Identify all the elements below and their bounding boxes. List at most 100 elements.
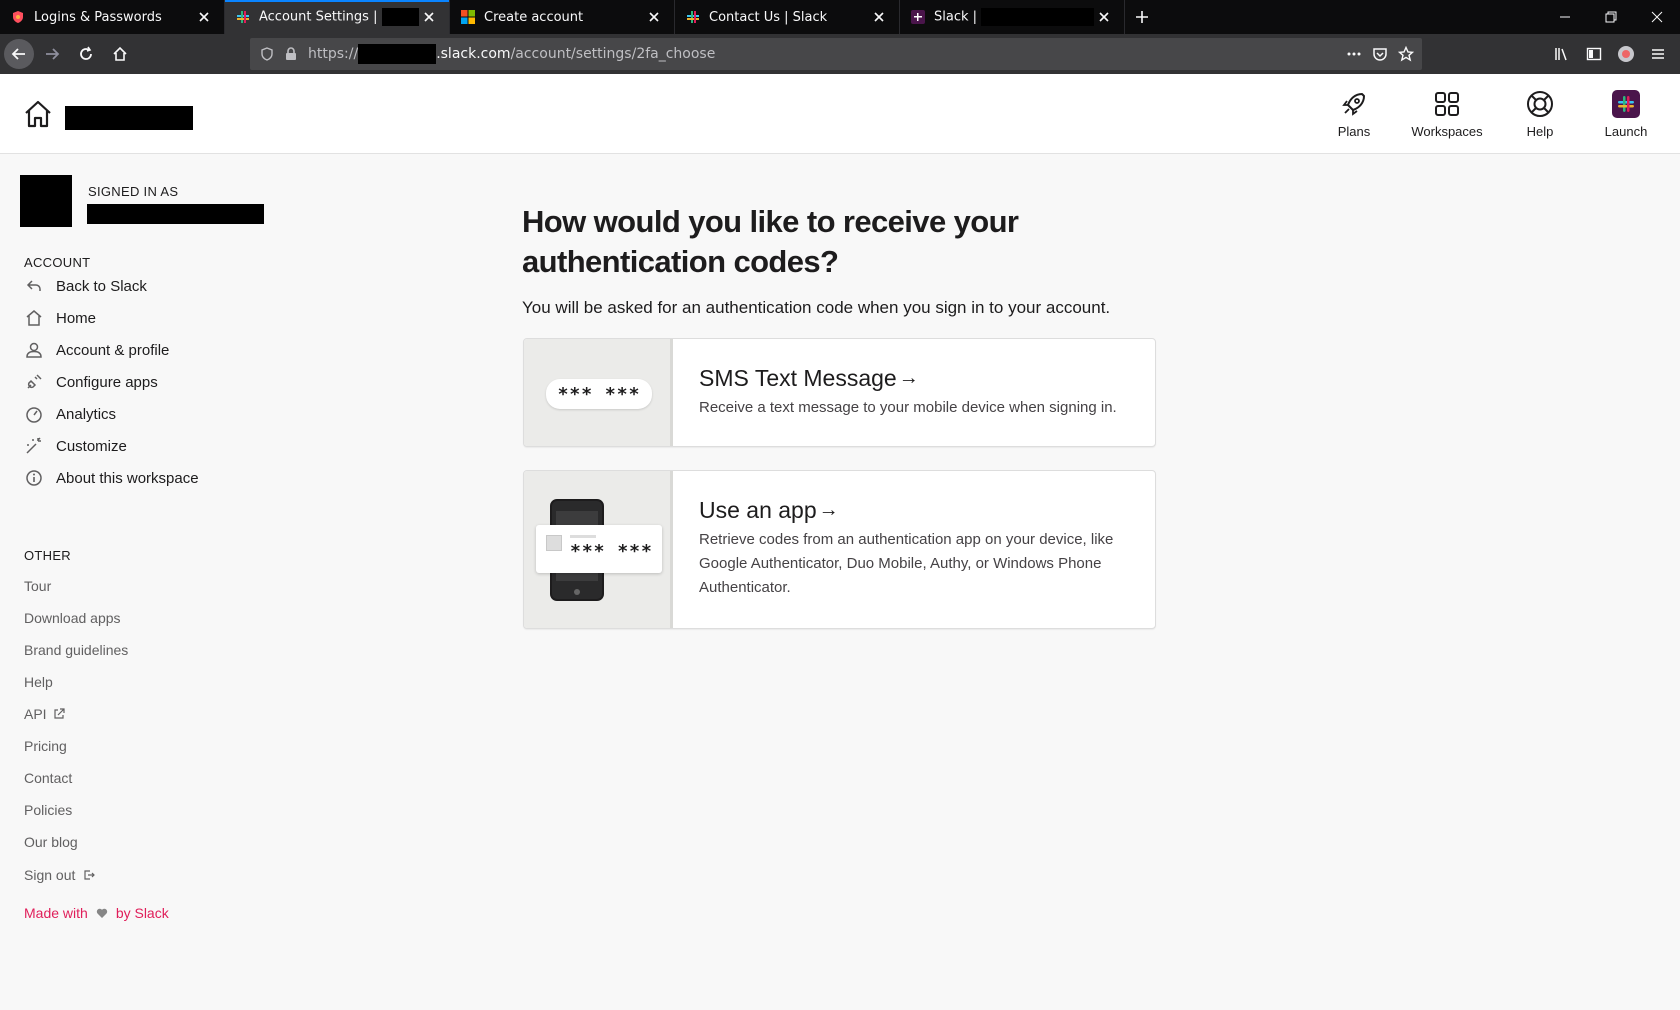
plans-label: Plans xyxy=(1337,124,1371,139)
sidebar-icon xyxy=(1586,47,1602,61)
slack-logo-icon xyxy=(1610,88,1642,120)
option-title-text: Use an app xyxy=(699,497,817,523)
sidebar-link-contact[interactable]: Contact xyxy=(24,770,72,786)
sidebar-item-label: Home xyxy=(56,309,97,327)
sidebar-item-configure-apps[interactable]: Configure apps xyxy=(24,370,158,394)
plans-link[interactable]: Plans xyxy=(1312,88,1396,139)
workspaces-label: Workspaces xyxy=(1411,124,1483,139)
page-actions-icon[interactable] xyxy=(1346,46,1362,62)
sidebar-link-download-apps[interactable]: Download apps xyxy=(24,610,121,626)
reload-button[interactable] xyxy=(70,38,102,70)
sms-code-mask: *** *** xyxy=(557,383,641,405)
home-icon xyxy=(113,46,127,61)
sidebar-link-label: API xyxy=(24,706,47,722)
lifebuoy-icon xyxy=(1524,88,1556,120)
help-link[interactable]: Help xyxy=(1498,88,1582,139)
library-button[interactable] xyxy=(1546,38,1578,70)
redacted-workspace-name xyxy=(65,106,193,130)
sidebar-link-brand-guidelines[interactable]: Brand guidelines xyxy=(24,642,128,658)
forward-button[interactable] xyxy=(36,38,68,70)
sidebar-item-label: Configure apps xyxy=(56,373,158,391)
sidebar-link-label: Sign out xyxy=(24,867,76,883)
browser-tab-bar: Logins & Passwords Account Settings | Cr… xyxy=(0,0,1680,34)
tab-contact-us[interactable]: Contact Us | Slack xyxy=(675,0,900,34)
slack-account-page: Plans Workspaces Help Launch SIGNED IN A… xyxy=(0,74,1680,1010)
minimize-button[interactable] xyxy=(1542,0,1588,34)
close-tab-icon[interactable] xyxy=(194,7,214,27)
home-icon xyxy=(25,100,51,128)
help-label: Help xyxy=(1526,124,1554,139)
sms-bubble: *** *** xyxy=(546,379,652,409)
workspaces-link[interactable]: Workspaces xyxy=(1398,88,1496,139)
sidebar-link-pricing[interactable]: Pricing xyxy=(24,738,67,754)
app-code-mask: *** *** xyxy=(570,541,653,562)
firefox-account-icon xyxy=(1618,46,1634,62)
sidebar-link-sign-out[interactable]: Sign out xyxy=(24,867,96,883)
sidebar-link-our-blog[interactable]: Our blog xyxy=(24,834,78,850)
sidebar-item-label: Account & profile xyxy=(56,341,170,359)
url-path: /account/settings/2fa_choose xyxy=(510,46,716,62)
menu-button[interactable] xyxy=(1642,38,1674,70)
sidebar-link-policies[interactable]: Policies xyxy=(24,802,72,818)
tab-slack[interactable]: Slack | xyxy=(900,0,1125,34)
hamburger-menu-icon xyxy=(1652,49,1664,59)
sidebar-link-tour[interactable]: Tour xyxy=(24,578,51,594)
tab-title: Slack | xyxy=(934,8,1094,26)
authenticator-app-illustration: *** *** xyxy=(524,471,673,628)
tab-account-settings[interactable]: Account Settings | xyxy=(225,0,450,34)
sidebar-item-label: About this workspace xyxy=(56,469,199,487)
close-window-button[interactable] xyxy=(1634,0,1680,34)
sidebar-link-help[interactable]: Help xyxy=(24,674,53,690)
sms-illustration: *** *** xyxy=(524,339,673,446)
back-button[interactable] xyxy=(4,39,34,69)
avatar xyxy=(20,175,72,227)
lock-icon[interactable] xyxy=(284,47,298,61)
launch-link[interactable]: Launch xyxy=(1584,88,1668,139)
sidebar-item-account-profile[interactable]: Account & profile xyxy=(24,338,169,362)
slack-home-link[interactable] xyxy=(22,98,54,130)
tracking-protection-icon[interactable] xyxy=(260,47,274,61)
option-body: Use an app → Retrieve codes from an authe… xyxy=(673,471,1155,628)
close-tab-icon[interactable] xyxy=(1094,7,1114,27)
browser-navigation-bar: https:// .slack.com /account/settings/2f… xyxy=(0,34,1680,74)
home-button[interactable] xyxy=(104,38,136,70)
other-section-heading: OTHER xyxy=(24,548,71,563)
tab-logins-passwords[interactable]: Logins & Passwords xyxy=(0,0,225,34)
plug-icon xyxy=(24,372,44,392)
magic-wand-icon xyxy=(24,436,44,456)
sidebar-item-customize[interactable]: Customize xyxy=(24,434,127,458)
pocket-icon[interactable] xyxy=(1372,46,1388,62)
page-title: How would you like to receive your authe… xyxy=(522,204,1019,279)
bookmark-star-icon[interactable] xyxy=(1398,46,1414,62)
sidebar-item-back-to-slack[interactable]: Back to Slack xyxy=(24,274,147,298)
account-button[interactable] xyxy=(1610,38,1642,70)
signed-in-label: SIGNED IN AS xyxy=(88,184,179,199)
option-sms-text-message[interactable]: *** *** SMS Text Message → Receive a text… xyxy=(523,338,1156,447)
slack-favicon-icon xyxy=(235,9,251,25)
sidebar-item-analytics[interactable]: Analytics xyxy=(24,402,116,426)
firefox-lockwise-icon xyxy=(10,9,26,25)
sidebar-link-api[interactable]: API xyxy=(24,706,65,722)
restore-button[interactable] xyxy=(1588,0,1634,34)
sidebar-item-home[interactable]: Home xyxy=(24,306,96,330)
sidebar-item-label: Analytics xyxy=(56,405,117,423)
window-controls xyxy=(1542,0,1680,34)
new-tab-button[interactable] xyxy=(1125,0,1159,34)
library-icon xyxy=(1555,48,1567,61)
option-use-an-app[interactable]: *** *** Use an app → Retrieve codes from … xyxy=(523,470,1156,629)
slack-favicon-icon xyxy=(685,9,701,25)
tab-create-account[interactable]: Create account xyxy=(450,0,675,34)
sign-out-icon xyxy=(83,869,96,881)
sidebar-toggle-button[interactable] xyxy=(1578,38,1610,70)
url-bar[interactable]: https:// .slack.com /account/settings/2f… xyxy=(250,38,1422,70)
close-tab-icon[interactable] xyxy=(419,7,439,27)
close-tab-icon[interactable] xyxy=(644,7,664,27)
back-arrow-icon xyxy=(11,48,25,60)
external-link-icon xyxy=(53,708,65,720)
info-icon xyxy=(24,468,44,488)
url-host: .slack.com xyxy=(436,46,511,62)
sidebar-item-about-workspace[interactable]: About this workspace xyxy=(24,466,199,490)
tab-title: Logins & Passwords xyxy=(34,9,162,25)
close-tab-icon[interactable] xyxy=(869,7,889,27)
reload-icon xyxy=(80,46,92,60)
